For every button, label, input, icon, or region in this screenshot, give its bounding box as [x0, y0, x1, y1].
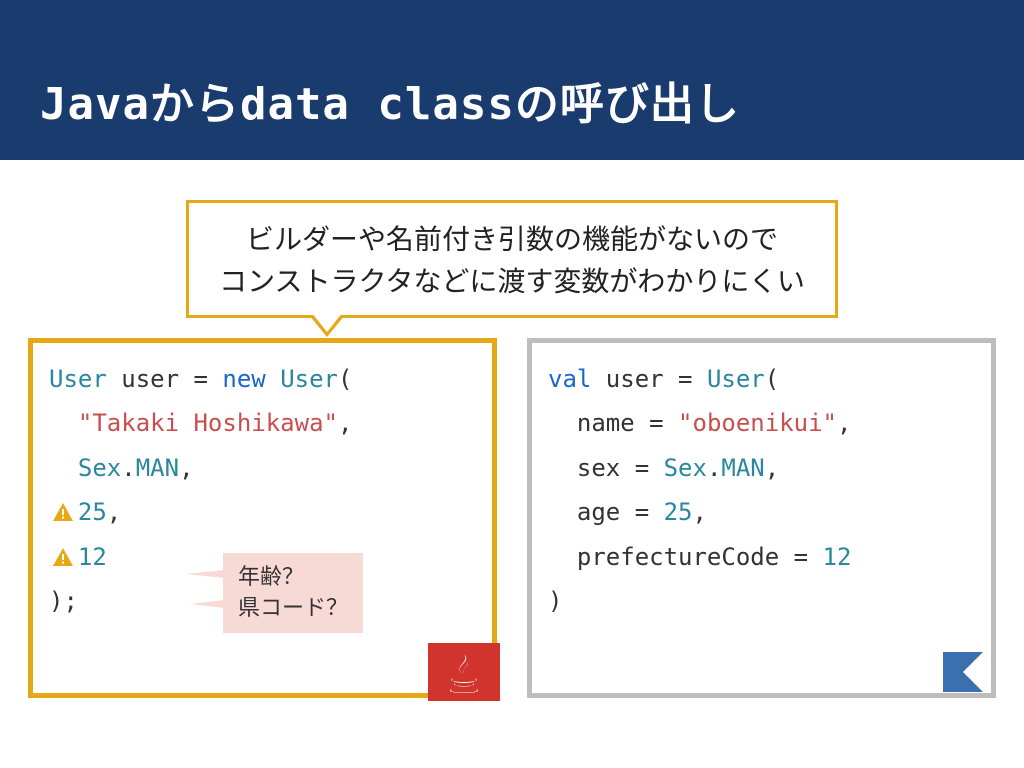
tok-string: "Takaki Hoshikawa" [78, 409, 338, 437]
tok-string: "oboenikui" [678, 409, 837, 437]
tok-plain: , [765, 454, 779, 482]
warning-icon [49, 546, 77, 570]
tok-enum-member: MAN [721, 454, 764, 482]
tok-number: 12 [78, 543, 107, 571]
tok-plain: prefectureCode = [577, 543, 823, 571]
tok-type: User [707, 365, 765, 393]
slide-title: Javaからdata classの呼び出し [40, 68, 740, 132]
tok-enum: Sex [664, 454, 707, 482]
java-line-2: "Takaki Hoshikawa", [49, 401, 476, 445]
kotlin-line-2: name = "oboenikui", [548, 401, 975, 445]
tok-plain: , [693, 498, 707, 526]
tok-plain: name = [577, 409, 678, 437]
tok-plain: , [837, 409, 851, 437]
tok-plain: ) [548, 587, 562, 615]
callout-wrap: ビルダーや名前付き引数の機能がないので コンストラクタなどに渡す変数がわかりにく… [28, 200, 996, 318]
tok-plain: user = [107, 365, 223, 393]
java-code-box: User user = new User( "Takaki Hoshikawa"… [28, 338, 497, 698]
slide-header: Javaからdata classの呼び出し [0, 0, 1024, 160]
bubble-line-1: 年齢？ [238, 562, 348, 593]
tok-plain: ( [765, 365, 779, 393]
tok-plain: . [707, 454, 721, 482]
tok-plain: ); [49, 587, 78, 615]
java-line-4: 25, [49, 490, 476, 534]
java-line-3: Sex.MAN, [49, 446, 476, 490]
java-logo-icon [428, 643, 500, 701]
callout-box: ビルダーや名前付き引数の機能がないので コンストラクタなどに渡す変数がわかりにく… [186, 200, 838, 318]
tok-type: User [266, 365, 338, 393]
kotlin-logo-icon [927, 643, 999, 701]
tok-keyword: new [222, 365, 265, 393]
tok-plain: user = [591, 365, 707, 393]
kotlin-line-4: age = 25, [548, 490, 975, 534]
kotlin-line-1: val user = User( [548, 357, 975, 401]
question-bubble: 年齢？ 県コード？ [223, 553, 363, 633]
tok-number: 25 [78, 498, 107, 526]
slide-body: ビルダーや名前付き引数の機能がないので コンストラクタなどに渡す変数がわかりにく… [0, 160, 1024, 698]
tok-type: User [49, 365, 107, 393]
tok-plain: ( [338, 365, 352, 393]
warning-icon [49, 501, 77, 525]
tok-plain: , [179, 454, 193, 482]
kotlin-line-5: prefectureCode = 12 [548, 535, 975, 579]
tok-plain: , [338, 409, 352, 437]
bubble-line-2: 県コード？ [238, 593, 348, 624]
kotlin-line-6: ) [548, 579, 975, 623]
tok-enum-member: MAN [136, 454, 179, 482]
tok-plain: age = [577, 498, 664, 526]
kotlin-line-3: sex = Sex.MAN, [548, 446, 975, 490]
kotlin-code-box: val user = User( name = "oboenikui", sex… [527, 338, 996, 698]
java-line-1: User user = new User( [49, 357, 476, 401]
tok-number: 25 [664, 498, 693, 526]
code-row: User user = new User( "Takaki Hoshikawa"… [28, 338, 996, 698]
tok-enum: Sex [78, 454, 121, 482]
tok-plain: . [121, 454, 135, 482]
tok-plain: sex = [577, 454, 664, 482]
tok-number: 12 [823, 543, 852, 571]
tok-plain: , [107, 498, 121, 526]
tok-keyword: val [548, 365, 591, 393]
callout-line-2: コンストラクタなどに渡す変数がわかりにくい [219, 259, 805, 301]
callout-line-1: ビルダーや名前付き引数の機能がないので [219, 217, 805, 259]
